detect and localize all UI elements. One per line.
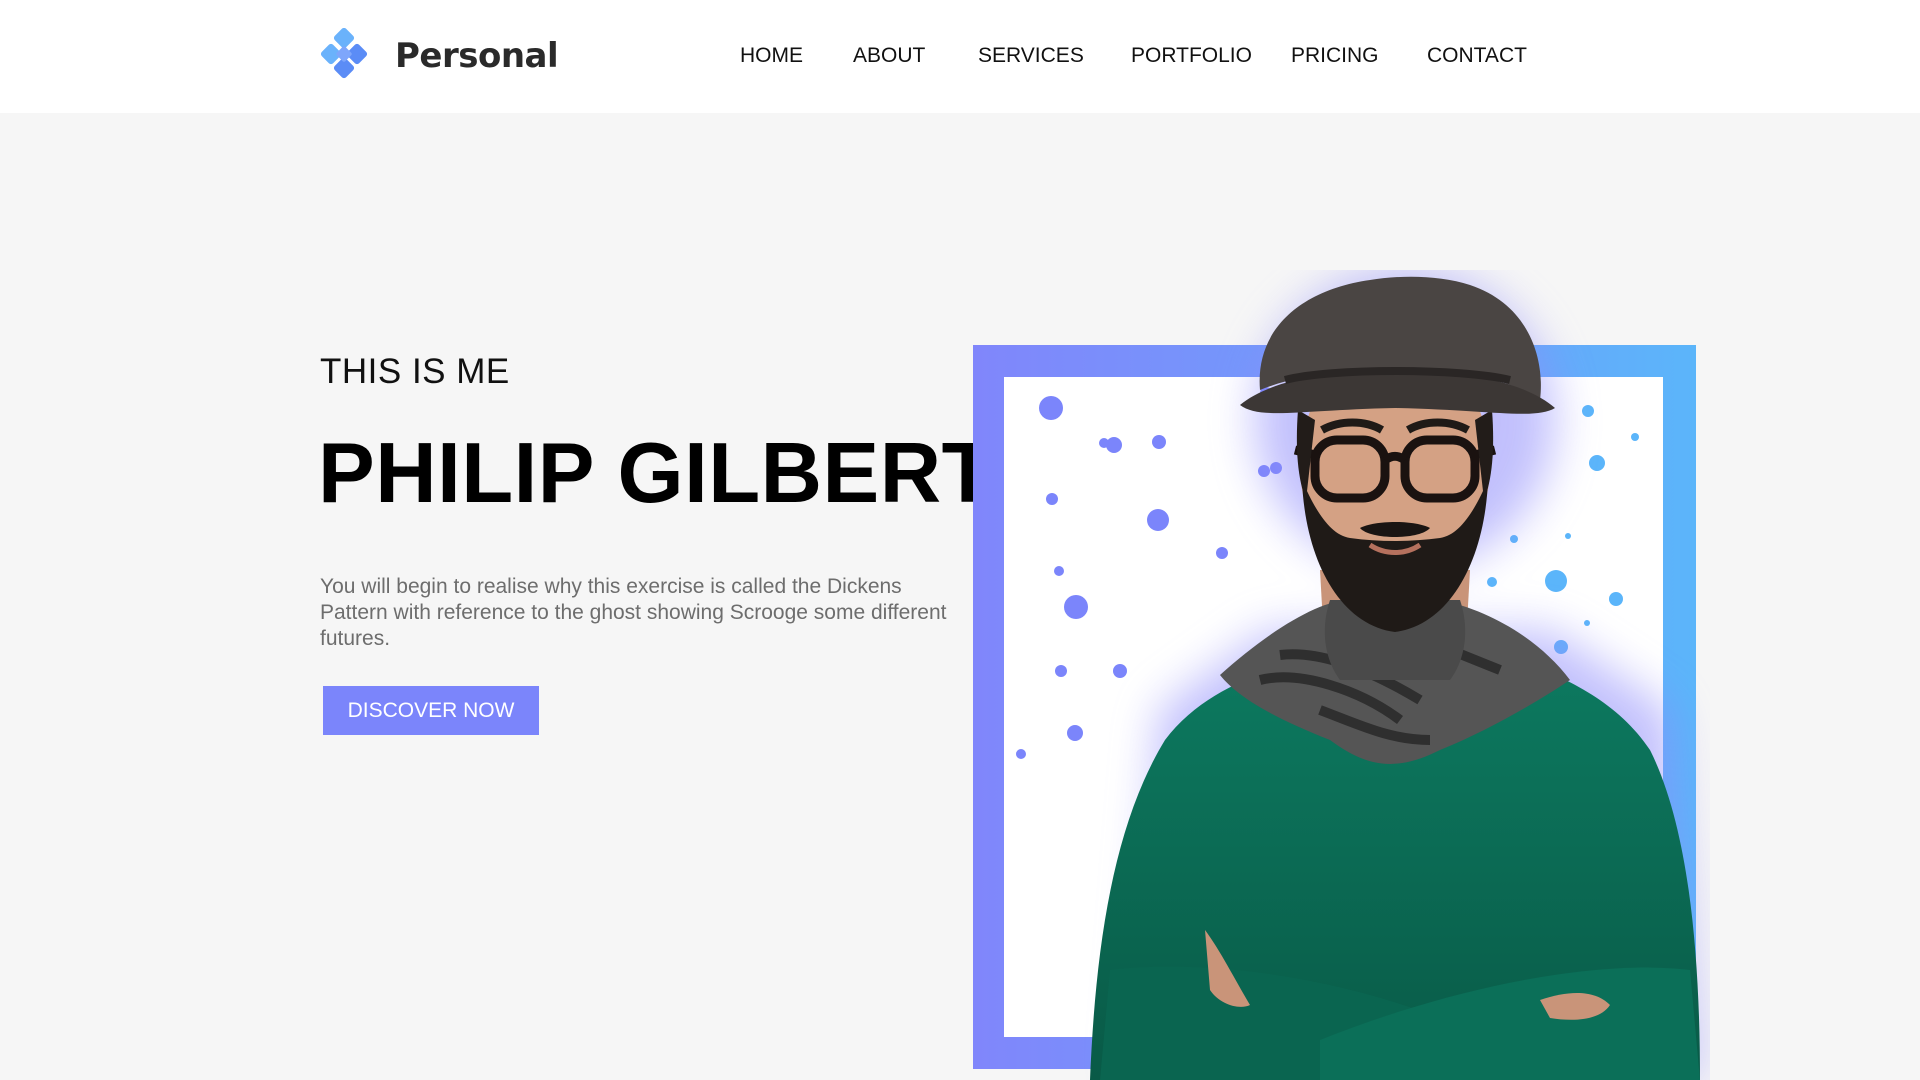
hero-description: You will begin to realise why this exerc… <box>320 575 947 650</box>
nav-item-home[interactable]: HOME <box>740 42 803 70</box>
site-header: Personal HOME ABOUT SERVICES PORTFOLIO P… <box>0 0 1920 113</box>
hero-eyebrow: THIS IS ME <box>320 352 510 391</box>
discover-now-button[interactable]: DISCOVER NOW <box>323 686 539 735</box>
portrait-person-illustration <box>1090 270 1700 1080</box>
nav-item-contact[interactable]: CONTACT <box>1427 42 1527 70</box>
nav-item-services[interactable]: SERVICES <box>978 42 1084 70</box>
hero-title: PHILIP GILBERT <box>318 426 995 521</box>
nav-item-pricing[interactable]: PRICING <box>1291 42 1379 70</box>
diamond-logo-icon <box>320 28 368 79</box>
nav-item-about[interactable]: ABOUT <box>853 42 925 70</box>
brand-name: Personal <box>395 36 559 76</box>
logo[interactable]: Personal <box>318 28 559 84</box>
nav-item-portfolio[interactable]: PORTFOLIO <box>1131 42 1252 70</box>
